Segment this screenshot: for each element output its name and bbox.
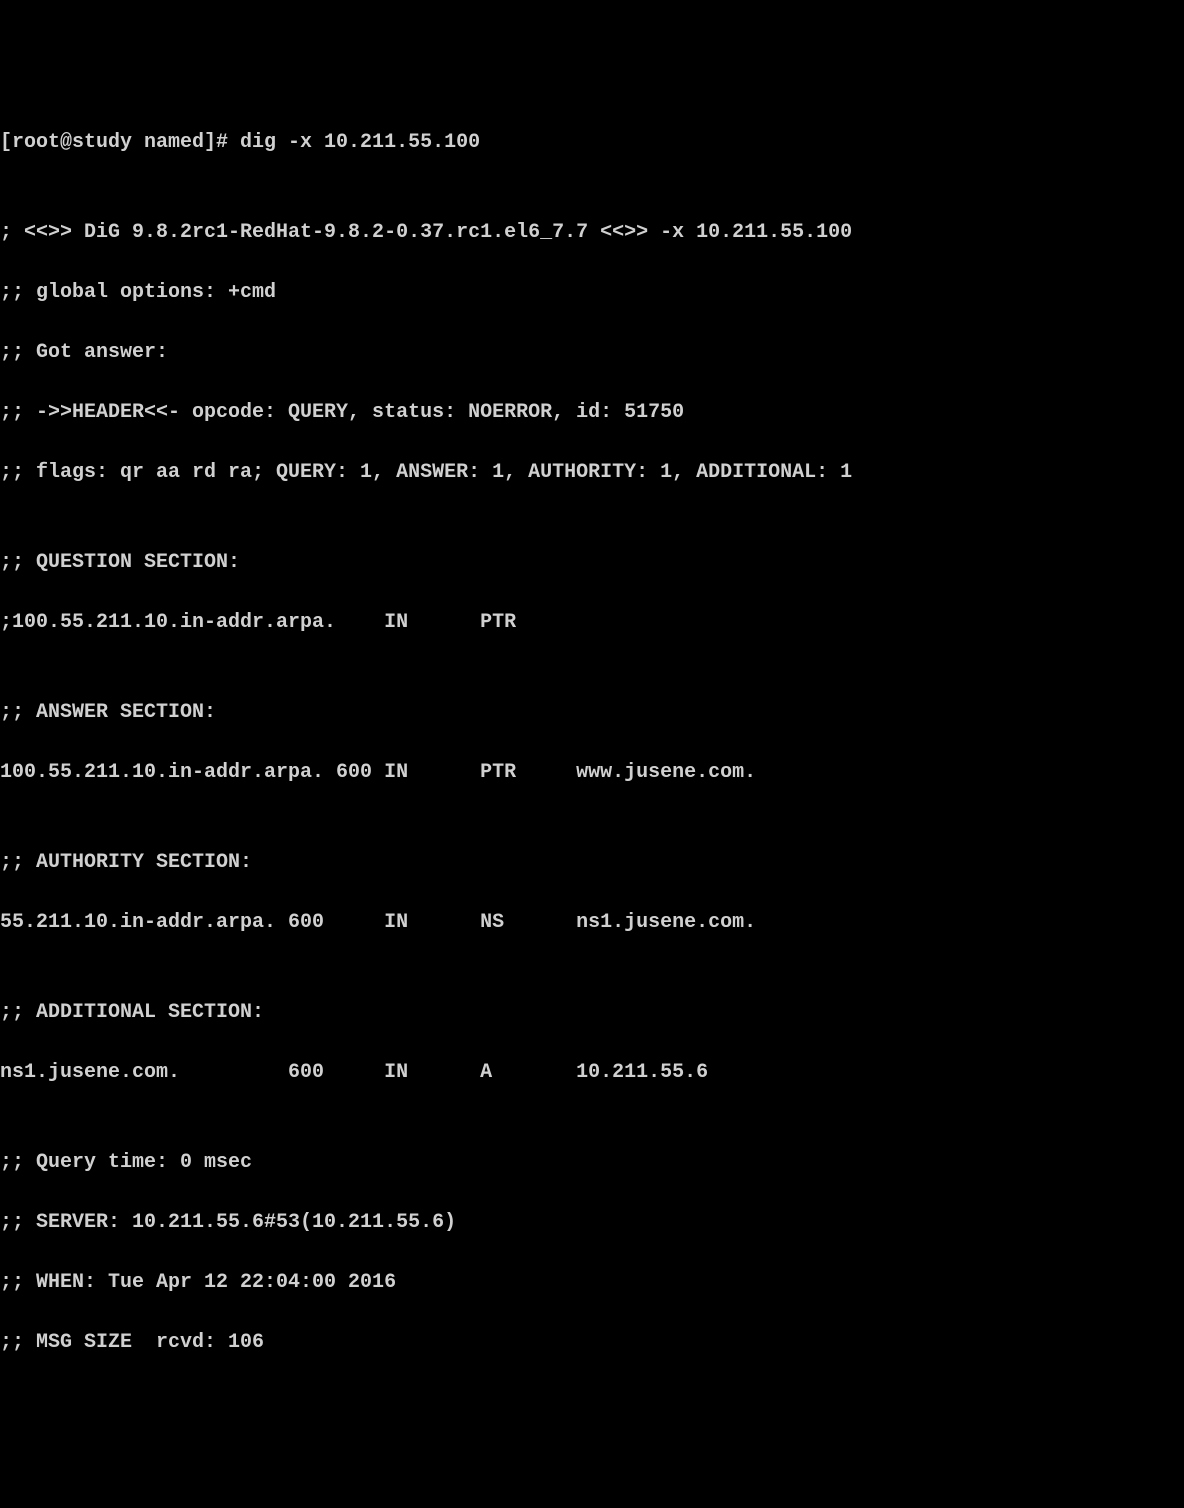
- additional-record-line: ns1.jusene.com. 600 IN A 10.211.55.6: [0, 1058, 1184, 1088]
- answer-record-line: 100.55.211.10.in-addr.arpa. 600 IN PTR w…: [0, 758, 1184, 788]
- question-section-header: ;; QUESTION SECTION:: [0, 548, 1184, 578]
- msg-size-line: ;; MSG SIZE rcvd: 106: [0, 1328, 1184, 1358]
- answer-section-header: ;; ANSWER SECTION:: [0, 698, 1184, 728]
- authority-section-header: ;; AUTHORITY SECTION:: [0, 848, 1184, 878]
- when-line: ;; WHEN: Tue Apr 12 22:04:00 2016: [0, 1268, 1184, 1298]
- query-time-line: ;; Query time: 0 msec: [0, 1148, 1184, 1178]
- additional-section-header: ;; ADDITIONAL SECTION:: [0, 998, 1184, 1028]
- question-record-line: ;100.55.211.10.in-addr.arpa. IN PTR: [0, 608, 1184, 638]
- terminal-prompt-line: [root@study named]# dig -x 10.211.55.100: [0, 128, 1184, 158]
- dig-version-line: ; <<>> DiG 9.8.2rc1-RedHat-9.8.2-0.37.rc…: [0, 218, 1184, 248]
- got-answer-line: ;; Got answer:: [0, 338, 1184, 368]
- flags-line: ;; flags: qr aa rd ra; QUERY: 1, ANSWER:…: [0, 458, 1184, 488]
- global-options-line: ;; global options: +cmd: [0, 278, 1184, 308]
- authority-record-line: 55.211.10.in-addr.arpa. 600 IN NS ns1.ju…: [0, 908, 1184, 938]
- server-line: ;; SERVER: 10.211.55.6#53(10.211.55.6): [0, 1208, 1184, 1238]
- header-line: ;; ->>HEADER<<- opcode: QUERY, status: N…: [0, 398, 1184, 428]
